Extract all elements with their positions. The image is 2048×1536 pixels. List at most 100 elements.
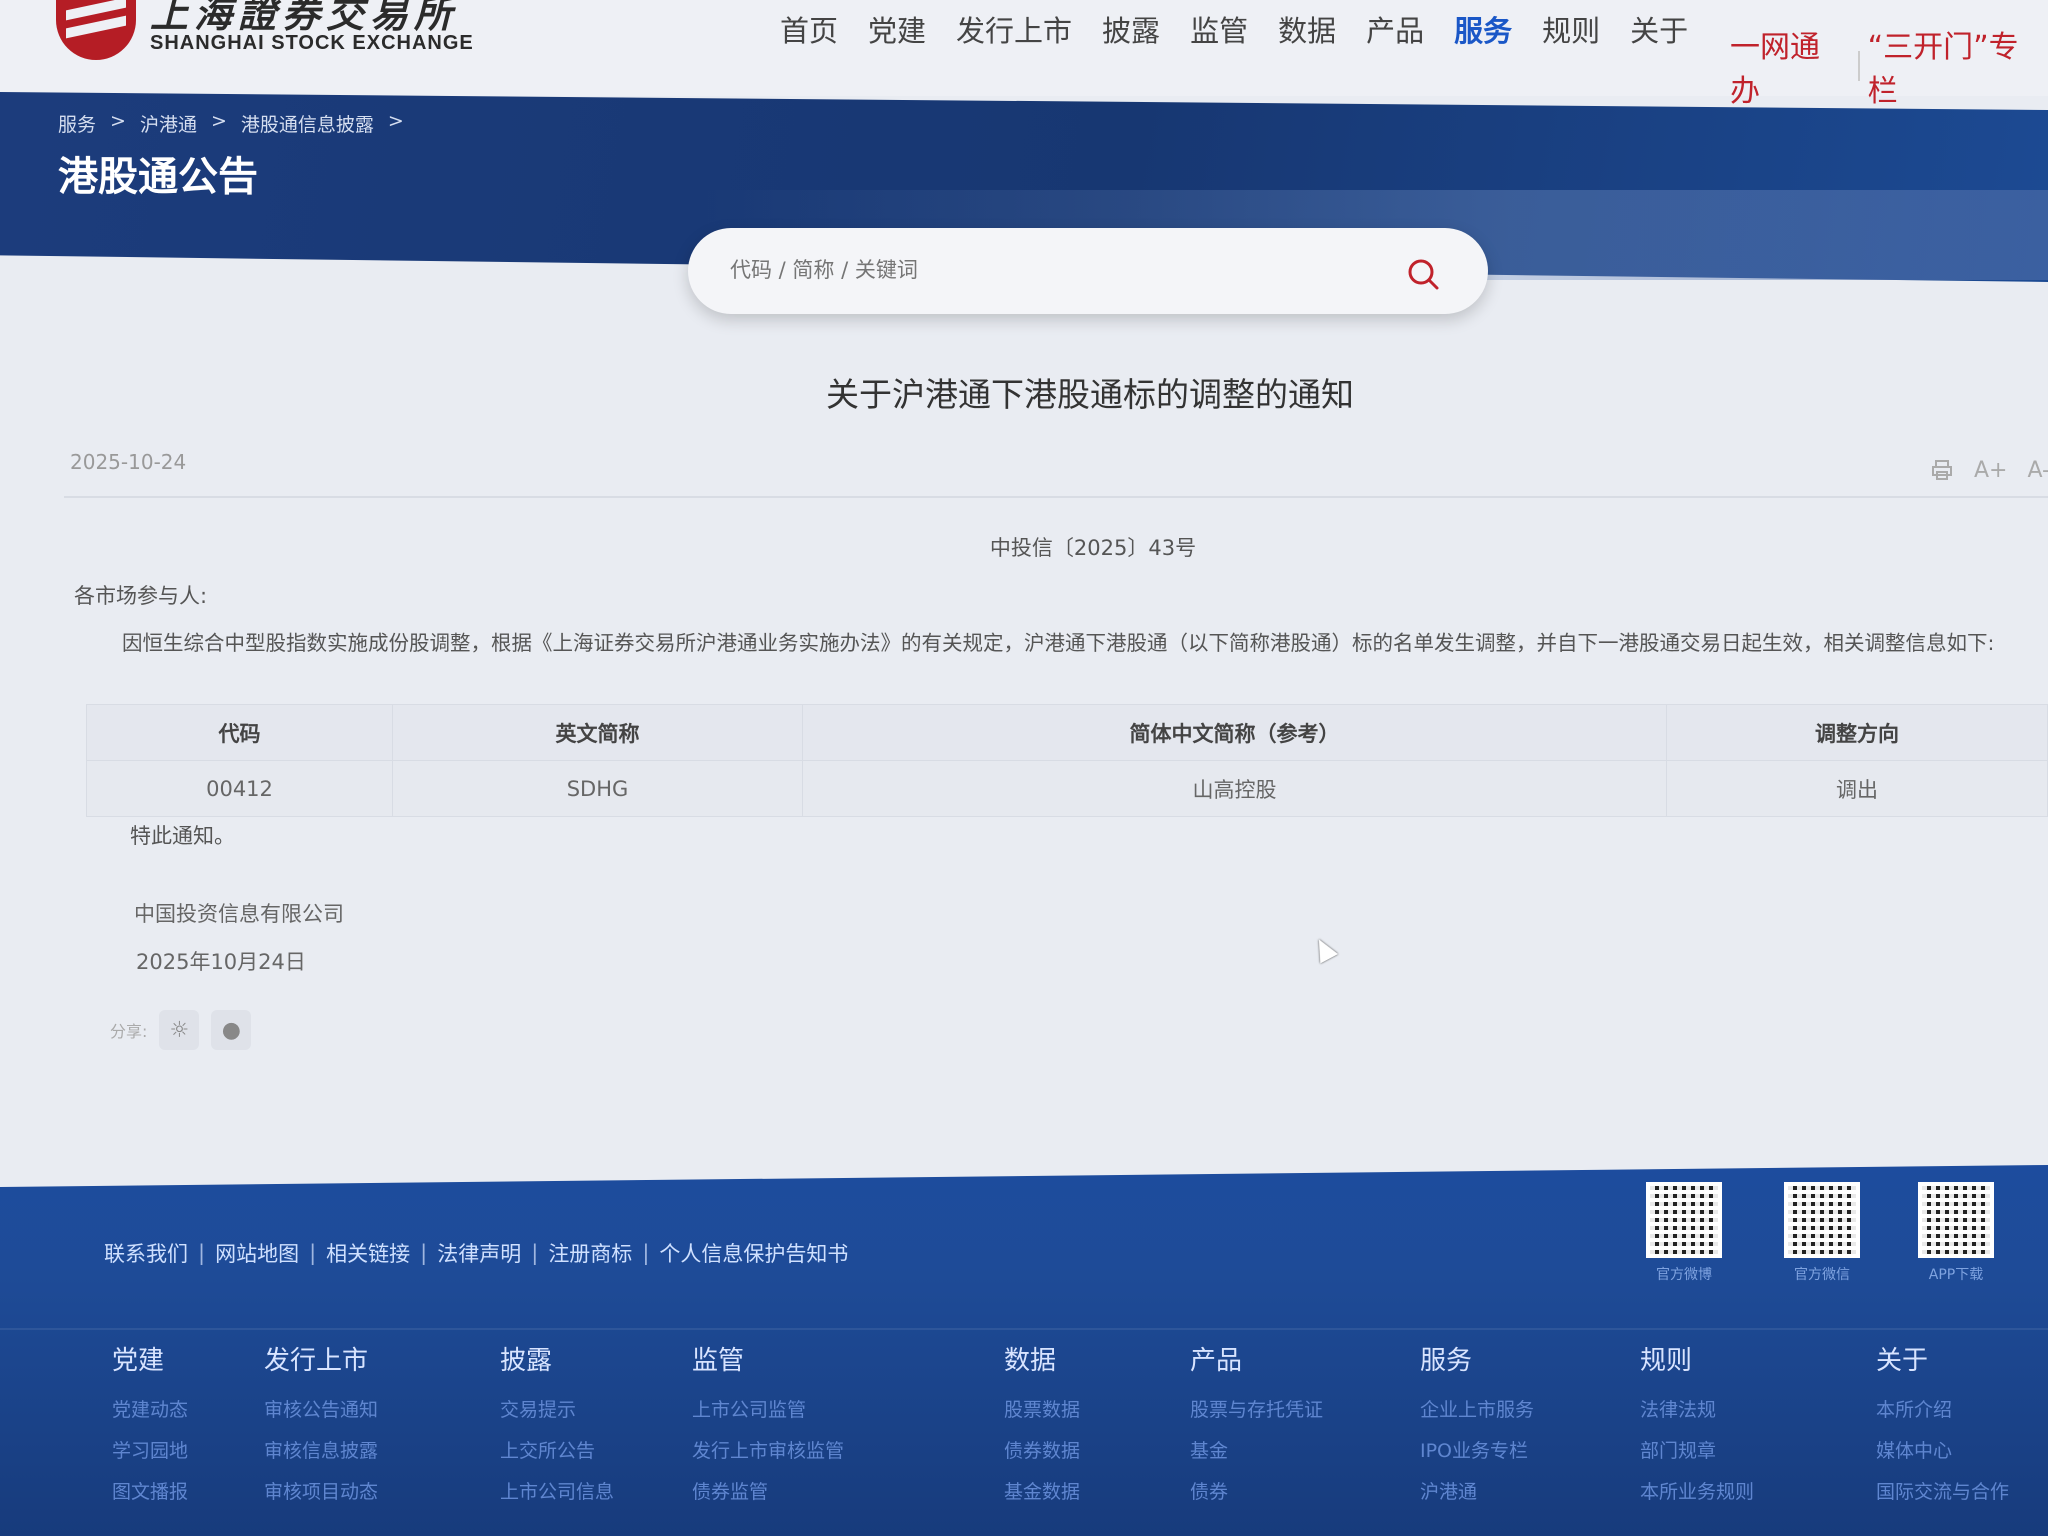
footer-col-item[interactable]: IPO业务专栏 bbox=[1420, 1436, 1534, 1463]
footer-col-item[interactable]: 审核项目动态 bbox=[264, 1477, 378, 1504]
footer-link-sitemap[interactable]: 网站地图 bbox=[215, 1238, 299, 1268]
footer-col-item[interactable]: 本所业务规则 bbox=[1640, 1477, 1754, 1504]
col-code: 代码 bbox=[86, 704, 393, 761]
footer-link-privacy[interactable]: 个人信息保护告知书 bbox=[659, 1238, 848, 1268]
sse-logo[interactable]: 上海證券交易所 SHANGHAI STOCK EXCHANGE bbox=[56, 0, 474, 60]
footer-col-head[interactable]: 规则 bbox=[1640, 1340, 1754, 1377]
nav-regulation[interactable]: 监管 bbox=[1190, 8, 1248, 50]
top-link-separator bbox=[1857, 51, 1860, 81]
weibo-qr: 官方微博 bbox=[1646, 1182, 1722, 1284]
nav-products[interactable]: 产品 bbox=[1366, 8, 1424, 50]
footer-link-related[interactable]: 相关链接 bbox=[326, 1238, 410, 1268]
breadcrumb-services[interactable]: 服务 bbox=[58, 110, 96, 137]
footer-col-item[interactable]: 媒体中心 bbox=[1876, 1436, 2009, 1463]
footer-link-contact[interactable]: 联系我们 bbox=[104, 1238, 188, 1268]
one-stop-link[interactable]: 一网通办 bbox=[1730, 22, 1850, 110]
footer-col-item[interactable]: 股票数据 bbox=[1004, 1395, 1080, 1422]
nav-about[interactable]: 关于 bbox=[1630, 8, 1688, 50]
footer-col-about: 关于 本所介绍 媒体中心 国际交流与合作 bbox=[1876, 1340, 2009, 1518]
font-increase-button[interactable]: A+ bbox=[1974, 458, 2007, 483]
nav-disclosure[interactable]: 披露 bbox=[1102, 8, 1160, 50]
nav-data[interactable]: 数据 bbox=[1278, 8, 1336, 50]
footer-col-item[interactable]: 学习园地 bbox=[112, 1436, 188, 1463]
footer-col-item[interactable]: 部门规章 bbox=[1640, 1436, 1754, 1463]
footer-col-item[interactable]: 企业上市服务 bbox=[1420, 1395, 1534, 1422]
footer-link-legal[interactable]: 法律声明 bbox=[437, 1238, 521, 1268]
mouse-cursor-icon bbox=[1310, 934, 1338, 964]
sse-logo-mark bbox=[56, 0, 136, 60]
nav-rules[interactable]: 规则 bbox=[1542, 8, 1600, 50]
footer-link-trademark[interactable]: 注册商标 bbox=[548, 1238, 632, 1268]
nav-home[interactable]: 首页 bbox=[780, 8, 838, 50]
footer-col-head[interactable]: 关于 bbox=[1876, 1340, 2009, 1377]
qr-code-icon bbox=[1918, 1182, 1994, 1258]
footer-col-regulation: 监管 上市公司监管 发行上市审核监管 债券监管 bbox=[692, 1340, 844, 1518]
footer-col-item[interactable]: 上市公司信息 bbox=[500, 1477, 614, 1504]
footer-col-head[interactable]: 发行上市 bbox=[264, 1340, 378, 1377]
footer-col-item[interactable]: 基金数据 bbox=[1004, 1477, 1080, 1504]
search-icon[interactable] bbox=[1404, 255, 1444, 295]
cell-chinese-name: 山高控股 bbox=[802, 760, 1667, 817]
footer-col-head[interactable]: 服务 bbox=[1420, 1340, 1534, 1377]
page-title: 港股通公告 bbox=[58, 154, 258, 200]
app-qr: APP下载 bbox=[1918, 1182, 1994, 1284]
footer-col-listing: 发行上市 审核公告通知 审核信息披露 审核项目动态 bbox=[264, 1340, 378, 1518]
salutation: 各市场参与人: bbox=[74, 584, 208, 608]
qr-code-icon bbox=[1784, 1182, 1860, 1258]
share-label: 分享: bbox=[110, 1022, 148, 1041]
footer-col-item[interactable]: 图文播报 bbox=[112, 1477, 188, 1504]
footer-col-head[interactable]: 产品 bbox=[1190, 1340, 1323, 1377]
adjustment-table: 代码 英文简称 简体中文简称（参考） 调整方向 00412 SDHG 山高控股 … bbox=[86, 704, 2048, 817]
footer-col-products: 产品 股票与存托凭证 基金 债券 bbox=[1190, 1340, 1323, 1518]
footer-col-item[interactable]: 上市公司监管 bbox=[692, 1395, 844, 1422]
main-nav: 首页 党建 发行上市 披露 监管 数据 产品 服务 规则 关于 bbox=[780, 8, 1718, 50]
footer-col-item[interactable]: 国际交流与合作 bbox=[1876, 1477, 2009, 1504]
footer-col-data: 数据 股票数据 债券数据 基金数据 bbox=[1004, 1340, 1080, 1518]
footer-col-item[interactable]: 基金 bbox=[1190, 1436, 1323, 1463]
print-icon[interactable] bbox=[1930, 458, 1954, 482]
footer-col-item[interactable]: 上交所公告 bbox=[500, 1436, 614, 1463]
publish-date: 2025-10-24 bbox=[70, 450, 187, 474]
issuer-company: 中国投资信息有限公司 bbox=[134, 902, 344, 926]
logo-chinese-name: 上海證券交易所 bbox=[150, 0, 459, 36]
nav-services[interactable]: 服务 bbox=[1454, 8, 1512, 50]
footer-col-item[interactable]: 股票与存托凭证 bbox=[1190, 1395, 1323, 1422]
footer-col-item[interactable]: 交易提示 bbox=[500, 1395, 614, 1422]
footer-divider bbox=[0, 1328, 2048, 1330]
footer-col-item[interactable]: 债券监管 bbox=[692, 1477, 844, 1504]
table-header-row: 代码 英文简称 简体中文简称（参考） 调整方向 bbox=[86, 704, 2048, 761]
footer-col-item[interactable]: 沪港通 bbox=[1420, 1477, 1534, 1504]
footer-col-item[interactable]: 本所介绍 bbox=[1876, 1395, 2009, 1422]
three-open-doors-link[interactable]: “三开门”专栏 bbox=[1868, 22, 2048, 110]
footer-col-item[interactable]: 法律法规 bbox=[1640, 1395, 1754, 1422]
footer-col-head[interactable]: 监管 bbox=[692, 1340, 844, 1377]
nav-party[interactable]: 党建 bbox=[868, 8, 926, 50]
search-input[interactable] bbox=[730, 248, 1370, 292]
top-links: 一网通办 “三开门”专栏 bbox=[1730, 22, 2048, 110]
qr-label: 官方微博 bbox=[1656, 1267, 1712, 1283]
font-decrease-button[interactable]: A- bbox=[2027, 458, 2048, 483]
footer-col-head[interactable]: 党建 bbox=[112, 1340, 188, 1377]
nav-listing[interactable]: 发行上市 bbox=[956, 8, 1072, 50]
breadcrumb-stock-connect[interactable]: 沪港通 bbox=[140, 110, 197, 137]
footer-col-item[interactable]: 债券数据 bbox=[1004, 1436, 1080, 1463]
footer-col-rules: 规则 法律法规 部门规章 本所业务规则 bbox=[1640, 1340, 1754, 1518]
article-title: 关于沪港通下港股通标的调整的通知 bbox=[826, 375, 1354, 414]
qr-label: 官方微信 bbox=[1794, 1267, 1850, 1283]
notice-body: 因恒生综合中型股指数实施成份股调整，根据《上海证券交易所沪港通业务实施办法》的有… bbox=[122, 631, 1995, 655]
cell-code: 00412 bbox=[86, 760, 393, 817]
weibo-share-icon[interactable]: ☼ bbox=[159, 1010, 200, 1050]
footer-col-head[interactable]: 数据 bbox=[1004, 1340, 1080, 1377]
footer-col-item[interactable]: 审核信息披露 bbox=[264, 1436, 378, 1463]
wechat-share-icon[interactable]: ● bbox=[211, 1010, 252, 1050]
qr-code-icon bbox=[1646, 1182, 1722, 1258]
footer-col-item[interactable]: 债券 bbox=[1190, 1477, 1323, 1504]
footer-col-item[interactable]: 发行上市审核监管 bbox=[692, 1436, 844, 1463]
document-number: 中投信〔2025〕43号 bbox=[989, 536, 1197, 560]
footer-col-item[interactable]: 党建动态 bbox=[112, 1395, 188, 1422]
article-tools: A+ A- bbox=[1930, 458, 2048, 483]
breadcrumb-chevron-icon: > bbox=[110, 110, 126, 132]
footer-col-head[interactable]: 披露 bbox=[500, 1340, 614, 1377]
footer-col-item[interactable]: 审核公告通知 bbox=[264, 1395, 378, 1422]
breadcrumb-hk-disclosure[interactable]: 港股通信息披露 bbox=[241, 110, 374, 137]
